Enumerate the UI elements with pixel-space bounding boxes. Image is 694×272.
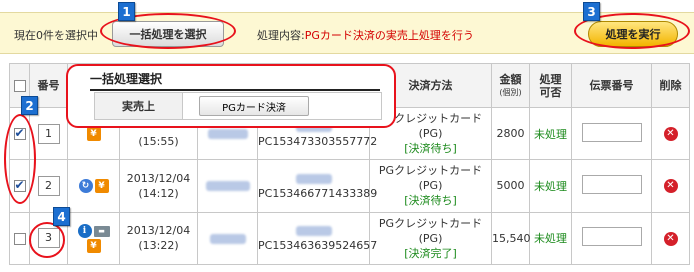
payment-status: [決済完了] [404, 246, 457, 260]
delete-icon[interactable]: ✕ [663, 127, 678, 142]
popup-option-row: 実売上 PGカード決済 [94, 92, 382, 120]
yen-icon[interactable]: ¥ [86, 127, 101, 142]
process-content-label: 処理内容: [257, 29, 305, 42]
header-delete: 削除 [651, 63, 690, 108]
order-id-redacted[interactable] [295, 226, 332, 237]
highlight-row-number [29, 222, 65, 258]
transaction-id: PC153463639524657 [258, 239, 378, 253]
customer-name-redacted[interactable] [207, 129, 248, 140]
order-id-redacted[interactable] [295, 173, 332, 184]
header-slip-number: 伝票番号 [571, 63, 652, 108]
payment-status: [決済待ち] [404, 142, 457, 156]
highlight-checkboxes [4, 114, 36, 204]
header-processing-sub: 可否 [539, 85, 562, 99]
table-row: 2 ↻¥ 2013/12/04(14:12) PC153466771433389… [9, 159, 690, 213]
slip-number-input[interactable] [581, 227, 642, 247]
slip-number-input[interactable] [581, 174, 642, 194]
step-marker-1: 1 [118, 2, 135, 21]
select-all-checkbox[interactable] [13, 80, 26, 92]
order-date: 2013/12/04 [126, 224, 191, 238]
header-amount: 金額 (個別) [491, 63, 530, 108]
payment-method: PGクレジットカード(PG) [378, 164, 483, 193]
amount: 15,540 [491, 211, 531, 266]
delete-icon[interactable]: ✕ [663, 179, 678, 194]
processing-status: 未処理 [529, 159, 572, 213]
order-time: (14:12) [138, 186, 179, 200]
pg-card-payment-button[interactable]: PGカード決済 [199, 96, 309, 116]
amount: 5000 [491, 159, 530, 213]
info-icon[interactable]: i [77, 224, 92, 239]
customer-name-redacted[interactable] [209, 233, 246, 244]
processing-status: 未処理 [529, 106, 572, 161]
yen-icon[interactable]: ¥ [94, 179, 109, 194]
transaction-id: PC153466771433389 [258, 186, 378, 200]
row-checkbox[interactable] [13, 232, 26, 245]
order-time: (13:22) [138, 239, 179, 253]
delete-icon[interactable]: ✕ [663, 231, 678, 246]
popup-title: 一括処理選択 [90, 70, 380, 91]
truck-icon[interactable]: ▬ [93, 225, 110, 237]
selection-status: 現在0件を選択中 [14, 29, 98, 42]
slip-number-input[interactable] [581, 122, 642, 142]
order-date: 2013/12/04 [126, 171, 191, 185]
step-marker-4: 4 [53, 207, 70, 226]
popup-row-label: 実売上 [95, 93, 183, 119]
row-number[interactable]: 2 [37, 175, 60, 196]
payment-status: [決済待ち] [404, 194, 457, 208]
order-time: (15:55) [138, 134, 179, 148]
customer-name-redacted[interactable] [205, 181, 250, 192]
process-content-value: PGカード決済の実売上処理を行う [304, 29, 474, 42]
yen-icon[interactable]: ¥ [86, 239, 101, 254]
amount: 2800 [491, 106, 530, 161]
step-marker-2: 2 [21, 96, 38, 115]
processing-status: 未処理 [529, 211, 572, 266]
row-number[interactable]: 1 [37, 123, 60, 144]
header-processing: 処理 可否 [529, 63, 572, 108]
refresh-icon[interactable]: ↻ [78, 179, 93, 194]
process-content: 処理内容:PGカード決済の実売上処理を行う [257, 27, 474, 43]
step-marker-3: 3 [583, 2, 600, 21]
table-row: 3 i ▬ ¥ 2013/12/04 (13:22) PC15346363952465… [9, 211, 690, 266]
bulk-process-popup: 一括処理選択 実売上 PGカード決済 [66, 64, 396, 128]
header-amount-sub: (個別) [499, 87, 522, 97]
payment-method: PGクレジットカード(PG) [378, 216, 483, 245]
transaction-id: PC153473303557772 [258, 134, 378, 148]
